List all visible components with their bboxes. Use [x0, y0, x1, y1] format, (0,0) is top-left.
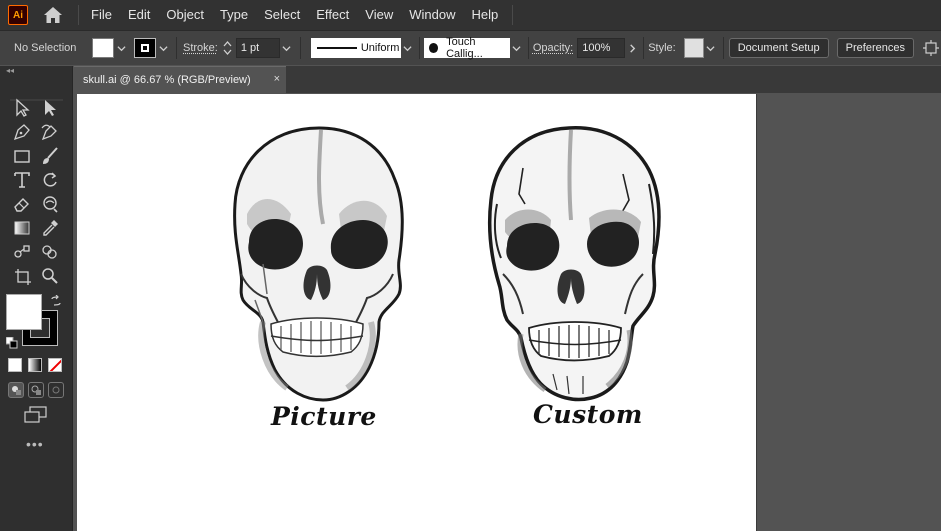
- close-icon[interactable]: ×: [274, 73, 280, 85]
- direct-selection-icon[interactable]: [36, 96, 64, 120]
- opacity-value: 100%: [582, 42, 611, 54]
- variable-width-profile[interactable]: Uniform: [310, 38, 401, 58]
- draw-inside-icon[interactable]: [48, 382, 64, 398]
- menu-window[interactable]: Window: [401, 0, 463, 30]
- control-separator: [527, 37, 529, 59]
- stroke-weight-field[interactable]: 1 pt: [235, 38, 280, 58]
- caption-picture[interactable]: Picture: [271, 402, 377, 431]
- draw-mode-row: [8, 382, 64, 398]
- paintbrush-icon[interactable]: [36, 144, 64, 168]
- stroke-label[interactable]: Stroke:: [183, 42, 218, 54]
- canvas[interactable]: Picture Custom: [74, 93, 941, 531]
- profile-label: Uniform: [360, 42, 400, 54]
- type-icon[interactable]: [8, 168, 36, 192]
- selection-icon[interactable]: [8, 96, 36, 120]
- brush-label: Touch Callig...: [446, 36, 483, 60]
- style-label: Style:: [648, 42, 676, 54]
- eyedropper-icon[interactable]: [36, 216, 64, 240]
- chevron-down-icon[interactable]: [156, 38, 170, 58]
- stroke-weight-value: 1 pt: [240, 42, 260, 54]
- tab-skull-ai[interactable]: skull.ai @ 66.67 % (RGB/Preview) ×: [74, 66, 286, 93]
- warp-icon[interactable]: [36, 192, 64, 216]
- control-separator: [643, 37, 645, 59]
- artboard-edge: [756, 94, 757, 531]
- menu-select[interactable]: Select: [256, 0, 308, 30]
- rectangle-icon[interactable]: [8, 144, 36, 168]
- control-separator: [176, 37, 177, 59]
- menu-edit[interactable]: Edit: [120, 0, 158, 30]
- menu-file[interactable]: File: [83, 0, 120, 30]
- draw-normal-icon[interactable]: [8, 382, 24, 398]
- panel-grip[interactable]: [0, 89, 73, 101]
- none-mode-button[interactable]: [48, 358, 62, 372]
- chevron-right-icon[interactable]: [625, 38, 639, 58]
- fill-swatch[interactable]: [92, 38, 114, 58]
- control-separator: [418, 37, 420, 59]
- pen-icon[interactable]: [8, 120, 36, 144]
- default-colors-icon[interactable]: [5, 336, 18, 349]
- selection-status: No Selection: [14, 42, 77, 54]
- menu-view[interactable]: View: [357, 0, 401, 30]
- more-tools-icon[interactable]: •••: [26, 436, 44, 452]
- menu-bar: Ai File Edit Object Type Select Effect V…: [0, 0, 941, 30]
- screen-mode-icon[interactable]: [24, 406, 48, 429]
- menu-effect[interactable]: Effect: [308, 0, 357, 30]
- artboard[interactable]: Picture Custom: [77, 94, 756, 531]
- zoom-icon[interactable]: [36, 264, 64, 288]
- collapse-icon[interactable]: ◂◂: [0, 66, 72, 78]
- skull-custom-illustration[interactable]: [483, 124, 663, 404]
- brush-dot-icon: [428, 43, 439, 53]
- gradient-mode-button[interactable]: [28, 358, 42, 372]
- color-mode-row: [8, 358, 62, 372]
- tab-title: skull.ai @ 66.67 % (RGB/Preview): [83, 74, 251, 86]
- skull-picture-illustration[interactable]: [227, 124, 407, 404]
- chevron-down-icon[interactable]: [510, 38, 524, 58]
- fill-stroke-widget: [5, 294, 66, 350]
- eraser-icon[interactable]: [8, 192, 36, 216]
- tools-panel: ◂◂ •••: [0, 66, 73, 531]
- control-separator: [299, 37, 301, 59]
- home-icon[interactable]: [42, 4, 64, 26]
- chevron-down-icon[interactable]: [704, 38, 718, 58]
- gradient-icon[interactable]: [8, 216, 36, 240]
- curvature-icon[interactable]: [36, 120, 64, 144]
- color-mode-button[interactable]: [8, 358, 22, 372]
- shape-builder-icon[interactable]: [36, 240, 64, 264]
- profile-line: [316, 47, 357, 49]
- preferences-button[interactable]: Preferences: [836, 38, 914, 58]
- caption-custom[interactable]: Custom: [533, 400, 643, 429]
- app-logo: Ai: [8, 5, 28, 25]
- control-separator: [722, 37, 724, 59]
- chevron-down-icon[interactable]: [114, 38, 128, 58]
- document-tab-bar: skull.ai @ 66.67 % (RGB/Preview) ×: [74, 66, 941, 93]
- menu-help[interactable]: Help: [463, 0, 506, 30]
- stroke-weight-stepper[interactable]: [222, 37, 234, 59]
- menu-type[interactable]: Type: [212, 0, 256, 30]
- brush-definition[interactable]: Touch Callig...: [423, 36, 510, 60]
- opacity-field[interactable]: 100%: [577, 38, 626, 58]
- opacity-label[interactable]: Opacity:: [533, 42, 573, 54]
- document-setup-button[interactable]: Document Setup: [728, 38, 829, 58]
- stroke-swatch[interactable]: [134, 38, 156, 58]
- menu-object[interactable]: Object: [158, 0, 212, 30]
- style-swatch[interactable]: [683, 38, 704, 58]
- menu-separator: [78, 5, 79, 25]
- artboard-icon[interactable]: [8, 264, 36, 288]
- blend-icon[interactable]: [8, 240, 36, 264]
- swap-arrow-icon[interactable]: [50, 294, 62, 306]
- draw-behind-icon[interactable]: [28, 382, 44, 398]
- chevron-down-icon[interactable]: [401, 38, 415, 58]
- control-bar: No Selection Stroke: 1 pt Uniform Touch …: [0, 30, 941, 65]
- fill-color-box[interactable]: [6, 294, 42, 330]
- chevron-down-icon[interactable]: [280, 38, 294, 58]
- rotate-icon[interactable]: [36, 168, 64, 192]
- app-logo-text: Ai: [13, 9, 23, 21]
- transform-icon[interactable]: [922, 39, 940, 57]
- menu-separator: [512, 5, 514, 25]
